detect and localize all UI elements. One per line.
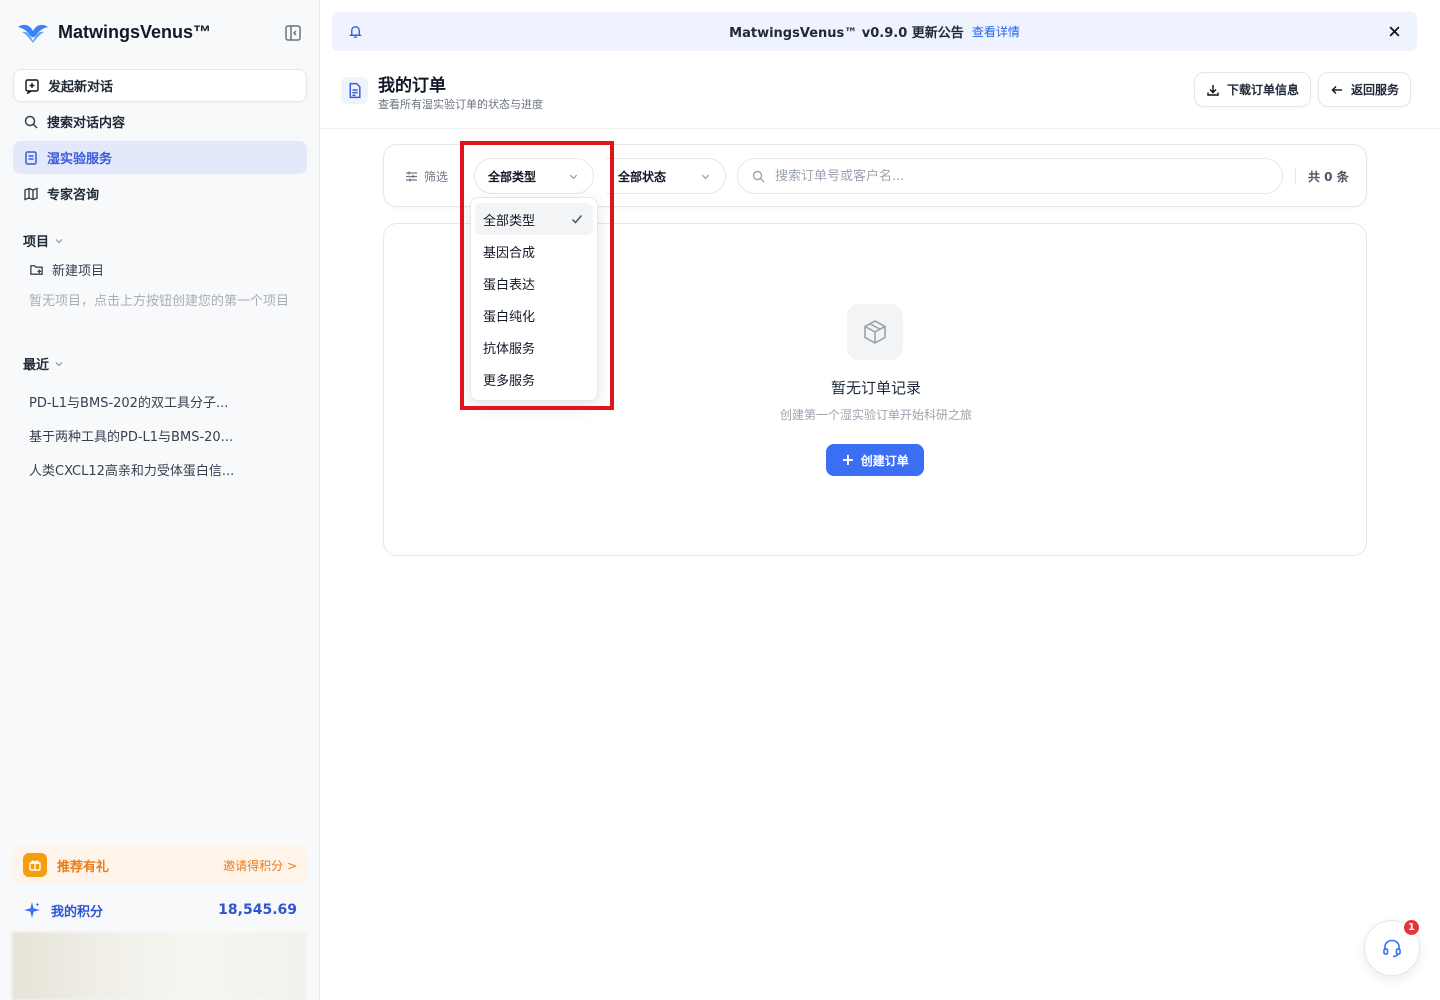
sidebar-item-expert[interactable]: 专家咨询 bbox=[13, 177, 307, 210]
highlight-box bbox=[460, 141, 614, 410]
search-icon bbox=[24, 115, 38, 129]
sidebar-nav: 发起新对话 搜索对话内容 湿实验服务 专家咨询 bbox=[13, 69, 307, 213]
chevron-down-icon bbox=[55, 238, 63, 243]
notification-badge: 1 bbox=[1402, 918, 1421, 937]
page-subtitle: 查看所有湿实验订单的状态与进度 bbox=[378, 98, 543, 111]
new-project-button[interactable]: 新建项目 bbox=[29, 260, 104, 279]
new-project-label: 新建项目 bbox=[52, 264, 105, 279]
chevron-down-icon bbox=[55, 361, 63, 366]
empty-projects-text: 暂无项目，点击上方按钮创建您的第一个项目 bbox=[29, 294, 290, 309]
arrow-left-icon bbox=[1331, 85, 1342, 94]
close-icon[interactable] bbox=[1388, 25, 1401, 38]
package-icon bbox=[847, 304, 903, 360]
recent-conversation[interactable]: 基于两种工具的PD-L1与BMS-20... bbox=[29, 418, 299, 452]
sidebar-item-wet-lab[interactable]: 湿实验服务 bbox=[13, 141, 307, 174]
invite-link[interactable]: 邀请得积分 > bbox=[223, 857, 297, 874]
bell-icon bbox=[349, 26, 362, 38]
sparkle-icon bbox=[24, 902, 40, 918]
search-input[interactable] bbox=[775, 168, 1255, 184]
logo-icon bbox=[18, 24, 48, 43]
create-order-label: 创建订单 bbox=[860, 453, 909, 468]
announcement-banner: MatwingsVenus™ v0.9.0 更新公告 查看详情 bbox=[332, 12, 1417, 51]
plus-icon: + bbox=[841, 450, 855, 469]
flask-icon bbox=[25, 150, 37, 165]
points-label: 我的积分 bbox=[51, 904, 104, 920]
recent-conversation[interactable]: 人类CXCL12高亲和力受体蛋白信... bbox=[29, 452, 299, 486]
brand[interactable]: MatwingsVenus™ bbox=[16, 18, 211, 46]
referral-banner[interactable]: 推荐有礼 邀请得积分 > bbox=[13, 846, 307, 884]
map-icon bbox=[24, 186, 38, 201]
nav-label: 发起新对话 bbox=[48, 80, 114, 95]
filter-label: 筛选 bbox=[405, 168, 448, 185]
recent-conversation[interactable]: PD-L1与BMS-202的双工具分子... bbox=[29, 384, 299, 418]
recent-section-title[interactable]: 最近 bbox=[23, 354, 65, 373]
app-name: MatwingsVenus™ bbox=[58, 21, 212, 42]
new-chat-button[interactable]: 发起新对话 bbox=[13, 69, 307, 102]
sidebar: MatwingsVenus™ 发起新对话 搜索对话内容 湿实验服务 专家咨询 项… bbox=[0, 0, 320, 1000]
nav-label: 湿实验服务 bbox=[47, 152, 113, 167]
result-count: 共 0 条 bbox=[1308, 170, 1349, 184]
status-select[interactable]: 全部状态 bbox=[606, 158, 726, 194]
filter-text: 筛选 bbox=[424, 170, 449, 184]
download-orders-button[interactable]: 下载订单信息 bbox=[1194, 72, 1312, 107]
announcement-text: MatwingsVenus™ v0.9.0 更新公告 bbox=[729, 26, 964, 41]
search-icon bbox=[752, 170, 765, 182]
nav-label: 专家咨询 bbox=[47, 188, 100, 203]
count-divider bbox=[1295, 167, 1296, 185]
referral-label: 推荐有礼 bbox=[57, 859, 110, 875]
document-icon bbox=[341, 77, 368, 104]
announcement-details-link[interactable]: 查看详情 bbox=[972, 23, 1020, 40]
recent-list: PD-L1与BMS-202的双工具分子... 基于两种工具的PD-L1与BMS-… bbox=[29, 384, 299, 486]
message-plus-icon bbox=[25, 78, 39, 94]
back-to-services-button[interactable]: 返回服务 bbox=[1318, 72, 1412, 107]
sidebar-collapse-icon[interactable] bbox=[283, 23, 303, 43]
search-conversations-button[interactable]: 搜索对话内容 bbox=[13, 105, 307, 138]
download-icon bbox=[1207, 84, 1219, 96]
create-order-button[interactable]: + 创建订单 bbox=[826, 444, 924, 476]
folder-plus-icon bbox=[30, 265, 43, 275]
user-profile[interactable] bbox=[12, 932, 307, 1000]
back-label: 返回服务 bbox=[1351, 83, 1400, 97]
page-header: 我的订单 查看所有湿实验订单的状态与进度 下载订单信息 返回服务 bbox=[320, 51, 1440, 129]
sliders-icon bbox=[406, 171, 417, 182]
points-row[interactable]: 我的积分 18,545.69 bbox=[13, 894, 307, 926]
headset-icon bbox=[1383, 939, 1401, 958]
download-label: 下载订单信息 bbox=[1227, 83, 1300, 97]
section-label: 最近 bbox=[23, 358, 50, 373]
page-title: 我的订单 bbox=[378, 76, 446, 96]
chevron-down-icon bbox=[701, 174, 710, 180]
nav-label: 搜索对话内容 bbox=[47, 116, 126, 131]
gift-icon bbox=[23, 853, 47, 877]
status-select-value: 全部状态 bbox=[618, 169, 667, 184]
points-value: 18,545.69 bbox=[218, 902, 297, 918]
section-label: 项目 bbox=[23, 235, 50, 250]
order-search[interactable] bbox=[737, 158, 1283, 194]
projects-section-title[interactable]: 项目 bbox=[23, 231, 65, 250]
